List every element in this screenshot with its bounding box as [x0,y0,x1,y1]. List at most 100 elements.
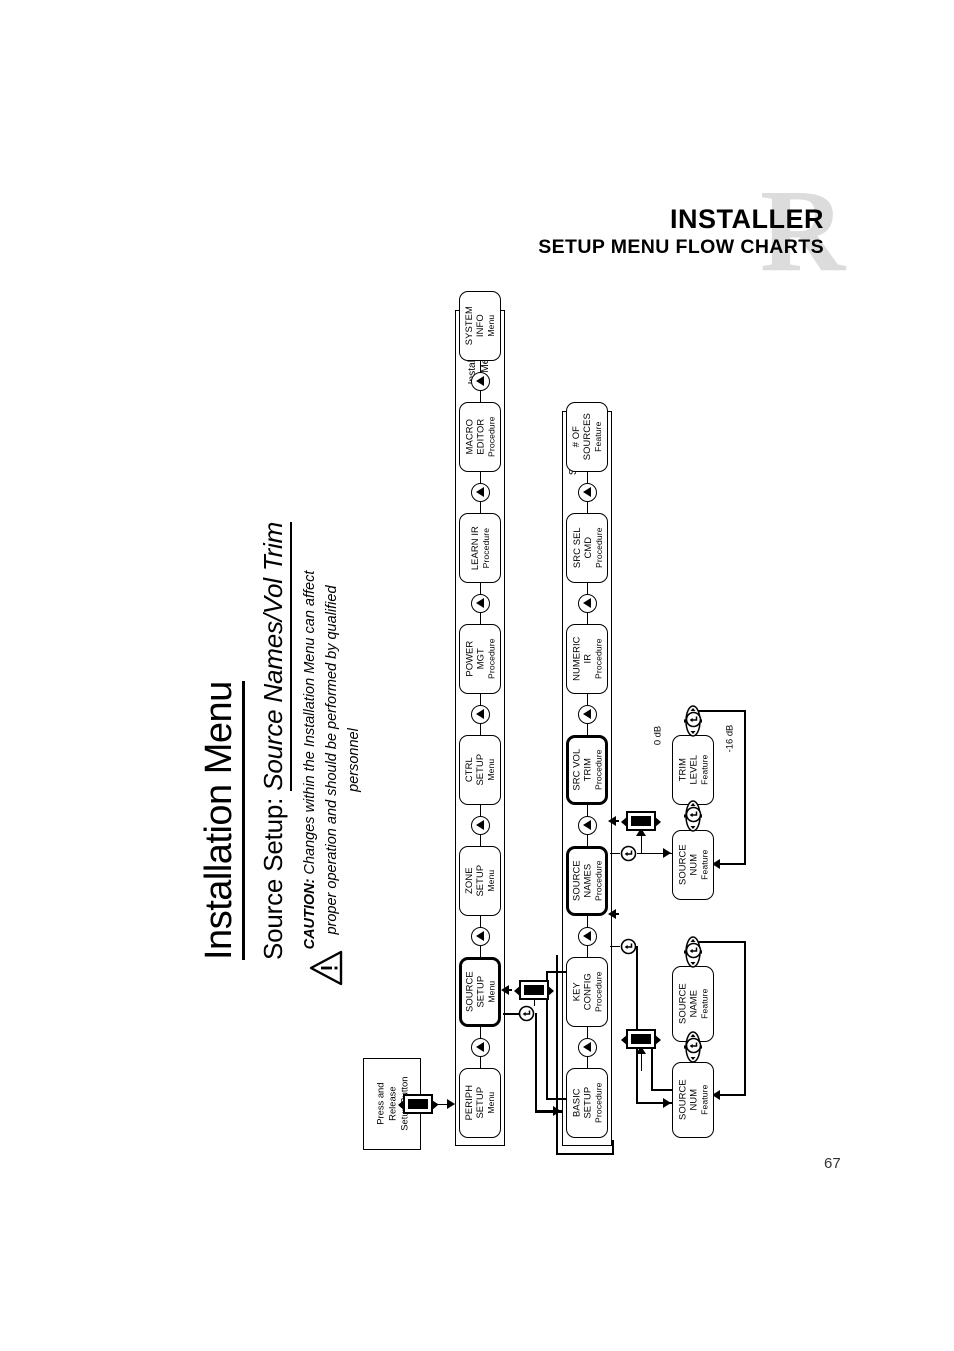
node-learn-ir-label: LEARN IR Procedure [468,525,491,571]
connector-2b [479,916,482,927]
up-arrow-button-icon-5[interactable] [470,594,490,613]
node-src-vol-trim-label: SRC VOL TRIM Procedure [570,749,604,791]
connector-9b [586,916,589,927]
connector-srcsetup-down [535,1013,537,1111]
node-trim-level-label: TRIM LEVEL Feature [676,754,710,786]
connector-group2-outerloop-v2 [612,1140,615,1155]
up-arrow-button-icon-11[interactable] [577,705,597,724]
node-src-sel-cmd[interactable]: SRC SEL CMD Procedure [566,513,608,583]
node-zone-setup-label: ZONE SETUP Menu [463,865,497,897]
arrowhead-display-to-periph [447,1099,455,1109]
node-numeric-ir[interactable]: NUMERIC IR Procedure [566,624,608,694]
connector-trim-return-bottom [718,863,746,866]
press-enter-icon-names-2[interactable] [685,942,702,959]
node-ctrl-setup[interactable]: CTRL SETUP Menu [459,735,501,805]
arrowhead-to-names-source-num [663,1098,671,1108]
node-macro-editor-real[interactable]: MACRO EDITOR Procedure [459,402,501,472]
node-power-mgt-label: POWER MGT Procedure [463,638,497,680]
connector-srcsetup-out [503,1013,519,1015]
lcd-display-icon-source-setup [514,980,554,1000]
lcd-display-icon-source-names [621,1029,661,1049]
press-enter-icon-names-1[interactable] [685,1037,702,1054]
arrowhead-to-source-setup [501,985,509,995]
flow-chart: Press andReleaseSetup Button Installatio… [0,0,954,1351]
node-basic-setup-label: BASIC SETUP Procedure [570,1082,604,1124]
connector-names-enter-in [610,945,620,948]
press-enter-icon-trim-2[interactable] [685,711,702,728]
node-names-source-name-label: SOURCE NAME Feature [676,983,710,1025]
connector-1 [479,1057,482,1068]
node-source-names-label: SOURCE NAMES Procedure [570,860,604,902]
node-trim-level[interactable]: TRIM LEVEL Feature [672,735,714,805]
node-periph-setup-label: PERIPH SETUP Menu [463,1085,497,1121]
arrowhead-to-source-names [608,909,616,919]
node-trim-source-num[interactable]: SOURCE NUM Feature [672,830,714,900]
node-names-source-num-label: SOURCE NUM Feature [676,1079,710,1121]
lcd-display-icon-start [398,1094,438,1114]
page-subtitle: SETUP MENU FLOW CHARTS [538,236,824,259]
connector-7 [479,391,482,402]
up-arrow-button-icon-6[interactable] [470,483,490,502]
connector-3b [479,805,482,816]
trim-range-max-label: 0 dB [651,725,663,746]
connector-group2-outerloop-v [556,955,559,1155]
arrowhead-to-basic-setup [553,1106,561,1116]
node-learn-ir[interactable]: LEARN IR Procedure [459,513,501,583]
press-enter-icon-vol-trim [620,845,637,862]
connector-names-return-v [744,943,747,1096]
up-arrow-button-icon-1[interactable] [470,1038,490,1057]
node-macro-editor-label: MACRO EDITOR Procedure [463,416,497,458]
up-arrow-button-icon-3[interactable] [470,816,490,835]
node-zone-setup[interactable]: ZONE SETUP Menu [459,846,501,916]
up-arrow-button-icon-4[interactable] [470,705,490,724]
connector-voltrim-enter-in [610,852,620,855]
node-key-config-label: KEY CONFIG Procedure [570,971,604,1013]
connector-12b [586,583,589,594]
arrowhead-to-trim-source-num [663,848,671,858]
node-source-setup[interactable]: SOURCE SETUP Menu [459,957,501,1027]
connector-names-enter-down [636,945,638,1104]
up-arrow-button-icon-2[interactable] [470,927,490,946]
node-ctrl-setup-label: CTRL SETUP Menu [463,754,497,786]
node-numeric-ir-label: NUMERIC IR Procedure [570,636,604,682]
connector-3 [479,835,482,846]
node-names-source-num[interactable]: SOURCE NUM Feature [672,1062,714,1138]
up-arrow-button-icon-12[interactable] [577,594,597,613]
header-text-block: INSTALLER SETUP MENU FLOW CHARTS [538,205,824,260]
node-key-config[interactable]: KEY CONFIG Procedure [566,957,608,1027]
node-system-info-real[interactable]: SYSTEM INFO Menu [459,291,501,361]
node-num-sources-label: # OF SOURCES Feature [570,413,604,461]
up-arrow-button-icon-9[interactable] [577,927,597,946]
press-enter-icon-trim-1[interactable] [685,806,702,823]
arrowhead-to-src-vol-trim [608,816,616,826]
lcd-display-icon-vol-trim [621,811,661,831]
node-trim-source-num-label: SOURCE NUM Feature [676,844,710,886]
connector-2 [479,946,482,957]
press-enter-icon-source-names [620,938,637,955]
node-periph-setup[interactable]: PERIPH SETUP Menu [459,1068,501,1138]
up-arrow-button-icon-10[interactable] [577,816,597,835]
connector-6b [479,472,482,483]
node-power-mgt[interactable]: POWER MGT Procedure [459,624,501,694]
up-arrow-button-icon-7[interactable] [470,372,490,391]
connector-10 [586,835,589,846]
node-num-sources[interactable]: # OF SOURCES Feature [566,402,608,472]
connector-8 [586,1057,589,1068]
connector-names-return-bottom [718,1094,746,1097]
trim-range-min-label: -16 dB [723,724,735,753]
connector-8b [586,1027,589,1038]
press-enter-icon-source-setup [518,1005,535,1022]
node-src-sel-cmd-label: SRC SEL CMD Procedure [570,527,604,569]
node-system-info-label: SYSTEM INFO Menu [463,306,497,346]
node-basic-setup[interactable]: BASIC SETUP Procedure [566,1068,608,1138]
node-source-names[interactable]: SOURCE NAMES Procedure [566,846,608,916]
connector-group2-outerloop-h [556,1153,614,1156]
up-arrow-button-icon-13[interactable] [577,483,597,502]
page-title: INSTALLER [670,204,824,234]
connector-5 [479,613,482,624]
node-src-vol-trim[interactable]: SRC VOL TRIM Procedure [566,735,608,805]
connector-names-branch-h [651,1089,673,1091]
up-arrow-button-icon-8[interactable] [577,1038,597,1057]
connector-4 [479,724,482,735]
connector-12 [586,613,589,624]
